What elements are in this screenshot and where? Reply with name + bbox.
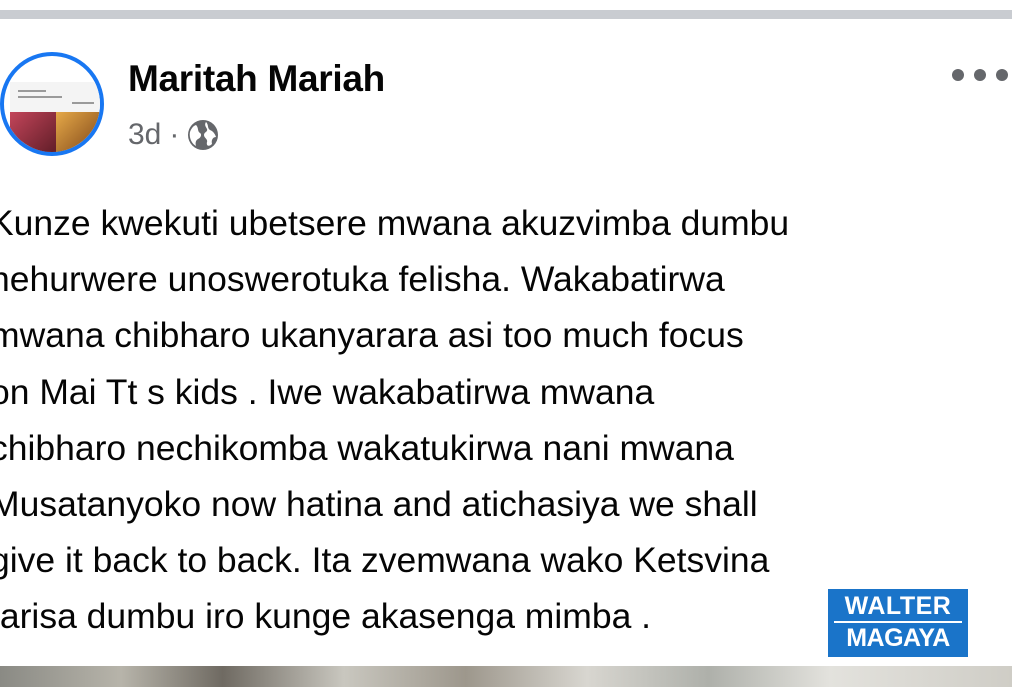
feed-divider	[0, 10, 1012, 19]
more-options-icon	[952, 69, 964, 81]
post-text-line: Kunze kwekuti ubetsere mwana akuzvimba d…	[0, 203, 790, 243]
top-strip	[0, 0, 1012, 10]
post-text-line: Musatanyoko now hatina and atichasiya we…	[0, 483, 758, 524]
avatar-photo-left	[10, 112, 56, 152]
globe-icon[interactable]	[187, 119, 219, 151]
post-body: Kunze kwekuti ubetsere mwana akuzvimba d…	[0, 195, 1012, 645]
avatar-photo-right	[56, 112, 100, 152]
post-text-line: mwana chibharo ukanyarara asi too much f…	[0, 315, 744, 356]
more-options-button[interactable]	[952, 62, 1008, 88]
post-media-preview[interactable]	[0, 666, 1012, 687]
watermark-logo: WALTER MAGAYA	[828, 589, 968, 657]
post-text-line: chibharo nechikomba wakatukirwa nani mwa…	[0, 427, 734, 468]
avatar[interactable]	[0, 52, 104, 156]
meta-separator: ·	[169, 118, 180, 151]
more-options-icon-dot	[974, 69, 986, 81]
post-text-line: give it back to back. Ita zvemwana wako …	[0, 540, 770, 581]
watermark-line1: WALTER	[834, 592, 962, 623]
post-text-line: on Mai Tt s kids . Iwe wakabatirwa mwana	[0, 371, 655, 412]
post-timestamp[interactable]: 3d	[128, 118, 161, 152]
avatar-banner	[10, 82, 100, 112]
author-name[interactable]: Maritah Mariah	[128, 58, 385, 100]
post-meta: 3d ·	[128, 118, 219, 152]
watermark-line2: MAGAYA	[846, 624, 950, 652]
post-text-line: nehurwere unoswerotuka felisha. Wakabati…	[0, 259, 725, 300]
more-options-icon-dot	[996, 69, 1008, 81]
